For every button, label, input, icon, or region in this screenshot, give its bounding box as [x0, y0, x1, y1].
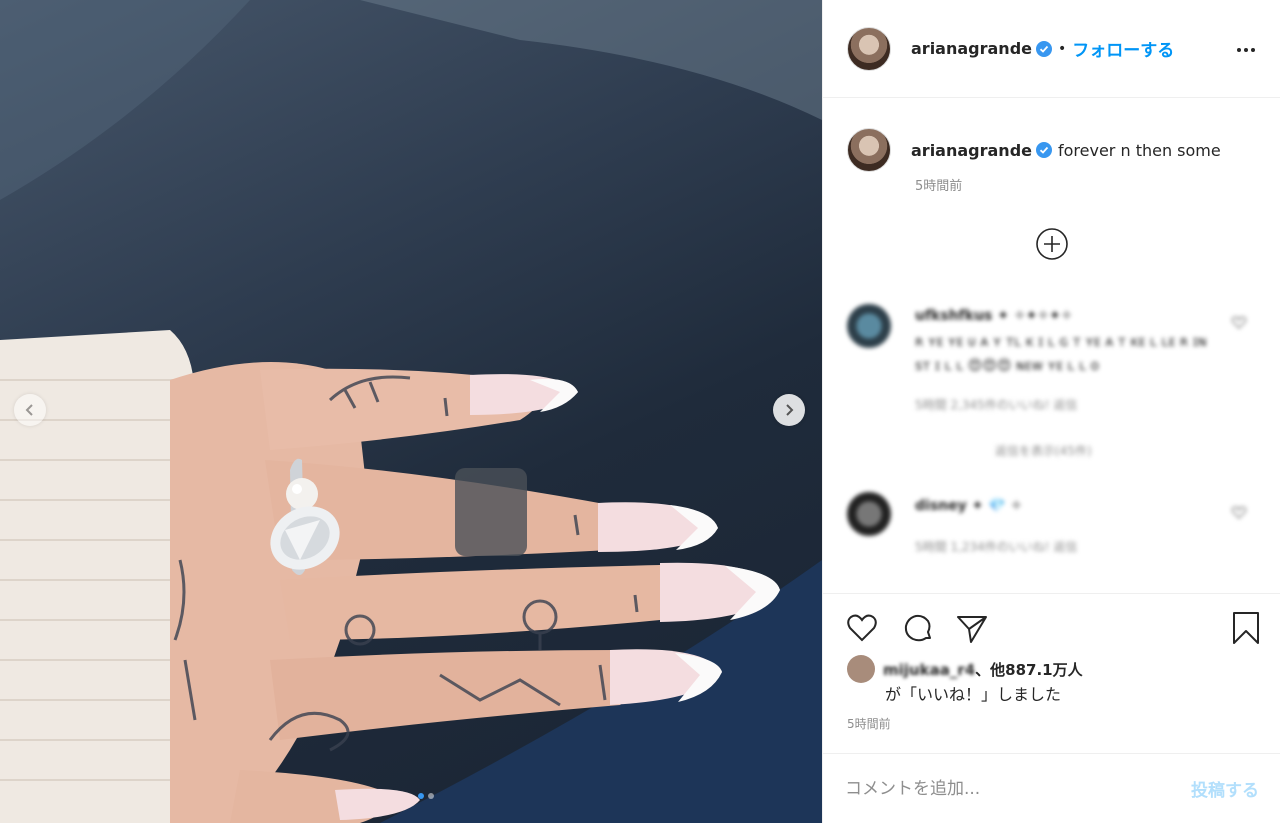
post-actions: mijukaa_r4、他887.1万人 が「いいね！」しました 5時間前 — [823, 593, 1280, 733]
plus-circle-icon[interactable] — [1035, 227, 1069, 261]
carousel-dot-active — [418, 793, 424, 799]
post-side-panel: arianagrande • フォローする arianagrande forev… — [822, 0, 1280, 823]
post-timestamp: 5時間前 — [847, 717, 891, 731]
header-separator: • — [1058, 40, 1067, 57]
verified-badge-icon — [1036, 40, 1052, 57]
post-photo[interactable] — [0, 0, 822, 823]
photo-scene — [0, 0, 822, 823]
caption-text: forever n then some — [1058, 140, 1221, 160]
verified-badge-icon — [1036, 142, 1052, 158]
commenter-avatar[interactable] — [847, 304, 891, 348]
comment-icon[interactable] — [901, 611, 935, 645]
liker-username[interactable]: mijukaa_r4 — [883, 661, 975, 679]
more-options-icon[interactable] — [1234, 38, 1258, 62]
likes-count[interactable]: 、他887.1万人 — [975, 661, 1082, 679]
commenter-avatar[interactable] — [847, 492, 891, 536]
comment-username[interactable]: disney ✦ 💎 ✧ — [915, 498, 1022, 514]
caption-username[interactable]: arianagrande — [911, 141, 1032, 160]
share-icon[interactable] — [955, 611, 989, 645]
comment-meta[interactable]: 5時間 1,234件のいいね! 返信 — [915, 538, 1077, 555]
post-caption: arianagrande forever n then some 5時間前 — [847, 128, 1267, 194]
carousel-indicator — [418, 793, 434, 799]
comment-item: ufkshfkus ✦ ✧✦✧✦✧ ʀ ʏᴇ ʏᴇ ᴜ ᴀ ʏ ᴛʟ ᴋ ɪ ʟ… — [847, 304, 1257, 464]
comment-username[interactable]: ufkshfkus ✦ ✧✦✧✦✧ — [915, 308, 1073, 324]
carousel-prev-button[interactable] — [14, 394, 46, 426]
carousel-dot — [428, 793, 434, 799]
post-header: arianagrande • フォローする — [823, 0, 1280, 98]
follow-button[interactable]: フォローする — [1072, 36, 1174, 61]
author-username[interactable]: arianagrande — [911, 39, 1032, 58]
likes-line2: が「いいね！」しました — [885, 685, 1062, 704]
post-comment-button[interactable]: 投稿する — [1191, 776, 1259, 801]
comment-input[interactable] — [845, 778, 1191, 799]
heart-icon[interactable] — [845, 611, 879, 645]
chevron-right-icon — [786, 404, 794, 416]
carousel-next-button[interactable] — [773, 394, 805, 426]
caption-timestamp: 5時間前 — [915, 179, 963, 194]
comment-heart-icon[interactable] — [1231, 314, 1247, 330]
comment-meta[interactable]: 5時間 2,345件のいいね! 返信 — [915, 396, 1077, 413]
likes-text: mijukaa_r4、他887.1万人 — [883, 659, 1083, 680]
likes-summary[interactable]: mijukaa_r4、他887.1万人 — [847, 655, 1083, 683]
author-avatar[interactable] — [847, 26, 891, 71]
comment-item: disney ✦ 💎 ✧ 5時間 1,234件のいいね! 返信 — [847, 492, 1257, 562]
bookmark-icon[interactable] — [1229, 611, 1263, 645]
comment-text: ʀ ʏᴇ ʏᴇ ᴜ ᴀ ʏ ᴛʟ ᴋ ɪ ʟ ɢ ᴛ ʏᴇ ᴀ ᴛ ᴋᴇ ʟ ʟ… — [915, 334, 1207, 374]
chevron-left-icon — [25, 404, 33, 416]
liker-avatar — [847, 655, 875, 683]
caption-author-avatar[interactable] — [847, 128, 891, 172]
comment-heart-icon[interactable] — [1231, 504, 1247, 520]
add-comment-bar: 投稿する — [823, 753, 1280, 823]
view-replies-button[interactable]: 返信を表示(45件) — [995, 442, 1092, 459]
